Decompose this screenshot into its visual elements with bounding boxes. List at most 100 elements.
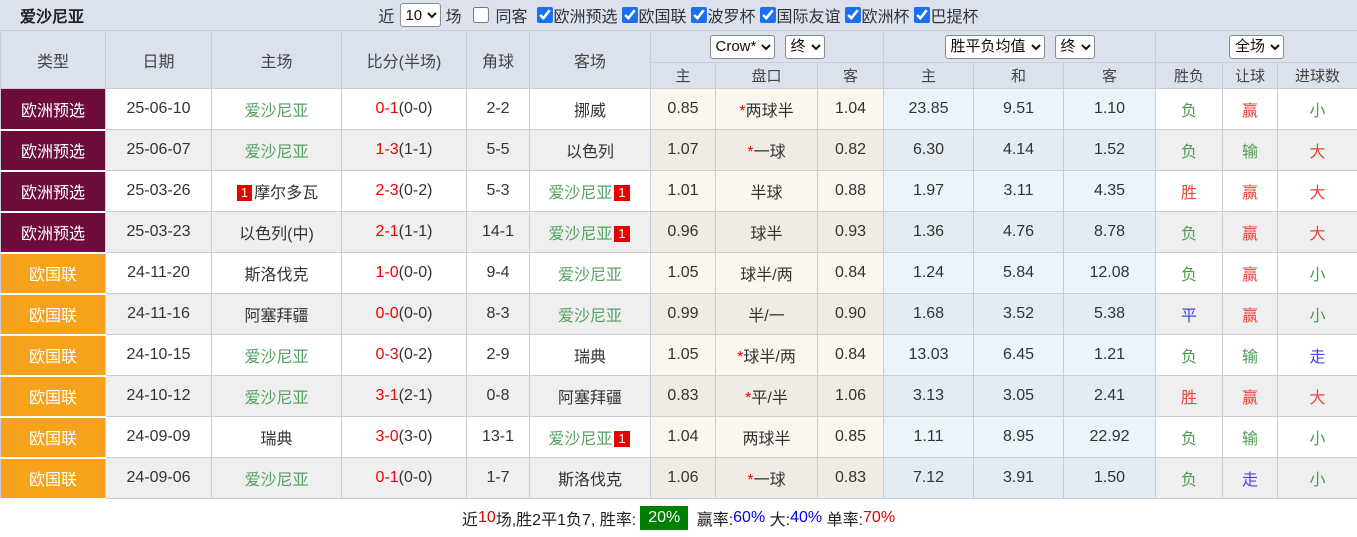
score-cell: 2-1(1-1) [341, 211, 467, 253]
red-card-badge: 1 [614, 226, 630, 242]
score-cell: 2-3(0-2) [341, 170, 467, 212]
handicap-cell: 半/一 [715, 293, 818, 335]
handicap-cell: *一球 [715, 457, 818, 499]
away-odds: 0.90 [816, 293, 885, 335]
result-indicator: 负 [1155, 252, 1224, 294]
league-filter-checkbox[interactable] [913, 7, 930, 23]
same-away-checkbox[interactable] [472, 7, 489, 23]
corner-score: 1-7 [466, 457, 530, 499]
league-filter-item[interactable]: 欧国联 [617, 3, 687, 27]
away-team: 爱沙尼亚 [529, 293, 651, 335]
league-filter-checkbox[interactable] [621, 7, 638, 23]
table-header: 类型 日期 主场 比分(半场) 角球 客场 Crow* 终 胜平负均值 终 全场… [0, 30, 1357, 89]
league-filter-checkbox[interactable] [844, 7, 861, 23]
home-team: 爱沙尼亚 [211, 375, 342, 417]
match-date: 24-09-06 [105, 457, 212, 499]
league-filter-item[interactable]: 国际友谊 [756, 3, 841, 27]
away-odds: 1.06 [816, 375, 885, 417]
subcol-avg-win: 主 [883, 62, 975, 89]
league-filter-item[interactable]: 欧洲杯 [841, 3, 910, 27]
score-cell: 0-0(0-0) [341, 293, 467, 335]
away-team: 爱沙尼亚 1 [529, 416, 651, 458]
match-row: 欧洲预选 25-03-23 以色列(中) 2-1(1-1) 14-1 爱沙尼亚 1 0.96 球… [0, 211, 1357, 254]
handicap-cell: *两球半 [715, 88, 818, 130]
goals-result-indicator: 大 [1277, 211, 1357, 253]
handicap-star: * [747, 472, 754, 489]
league-filter-checkbox[interactable] [690, 7, 707, 23]
avg-win-odds: 1.11 [883, 416, 975, 458]
away-odds: 0.93 [816, 211, 885, 253]
avg-lose-odds: 12.08 [1063, 252, 1157, 294]
avg-draw-odds: 6.45 [973, 334, 1065, 376]
away-odds: 0.84 [816, 252, 885, 294]
away-odds: 1.04 [816, 88, 885, 130]
odds-company-select[interactable]: Crow* [709, 34, 775, 59]
avg-win-odds: 3.13 [883, 375, 975, 417]
avg-dropdown-cell: 胜平负均值 终 [883, 30, 1157, 63]
subcol-handicap: 盘口 [715, 62, 818, 89]
handicap-star: * [737, 349, 744, 366]
subcol-odds-away: 客 [816, 62, 885, 89]
avg-lose-odds: 2.41 [1063, 375, 1157, 417]
col-header-type: 类型 [0, 30, 106, 89]
corner-score: 5-3 [466, 170, 530, 212]
goals-result-indicator: 小 [1277, 416, 1357, 458]
half-time-score: (0-2) [398, 182, 433, 199]
odds-dropdown-cell: Crow* 终 [649, 30, 885, 63]
match-row: 欧国联 24-10-12 爱沙尼亚 3-1(2-1) 0-8 阿塞拜疆 0.83 *平/半 1.… [0, 375, 1357, 418]
league-filter-label: 国际友谊 [776, 9, 841, 26]
odds-stage-select[interactable]: 终 [784, 34, 825, 59]
corner-score: 2-9 [466, 334, 530, 376]
league-filter-item[interactable]: 巴提杯 [910, 3, 979, 27]
result-indicator: 胜 [1155, 170, 1224, 212]
league-filter-label: 欧洲预选 [553, 9, 618, 26]
home-team: 斯洛伐克 [211, 252, 342, 294]
avg-win-odds: 23.85 [883, 88, 975, 130]
result-indicator: 负 [1155, 211, 1224, 253]
handicap-cell: 球半/两 [715, 252, 818, 294]
goals-result-indicator: 小 [1277, 293, 1357, 335]
league-type-cell: 欧洲预选 [0, 170, 106, 213]
handicap-cell: 两球半 [715, 416, 818, 458]
matches-table: 类型 日期 主场 比分(半场) 角球 客场 Crow* 终 胜平负均值 终 全场… [0, 30, 1357, 500]
score-cell: 3-1(2-1) [341, 375, 467, 417]
full-time-score: 3-0 [375, 428, 399, 445]
league-type-cell: 欧国联 [0, 252, 106, 295]
match-date: 24-11-20 [105, 252, 212, 294]
away-team-name: 瑞典 [573, 349, 606, 366]
scope-select[interactable]: 全场 [1229, 34, 1285, 59]
half-time-score: (3-0) [398, 428, 433, 445]
summary-text: 大: [765, 511, 791, 529]
col-header-away: 客场 [529, 30, 651, 89]
avg-win-odds: 1.68 [883, 293, 975, 335]
page-title: 爱沙尼亚 [20, 9, 85, 26]
avg-win-odds: 13.03 [883, 334, 975, 376]
result-indicator: 负 [1155, 334, 1224, 376]
away-team-name: 阿塞拜疆 [557, 390, 622, 407]
handicap-cell: *一球 [715, 129, 818, 171]
home-odds: 1.06 [650, 457, 716, 499]
avg-draw-odds: 3.91 [973, 457, 1065, 499]
handicap-result-indicator: 赢 [1222, 375, 1279, 417]
recent-games-select[interactable]: 10 [399, 3, 441, 27]
away-team: 爱沙尼亚 1 [529, 170, 651, 212]
home-odds: 0.99 [650, 293, 716, 335]
league-filter-item[interactable]: 波罗杯 [687, 3, 756, 27]
away-team-name: 爱沙尼亚 [557, 308, 622, 325]
avg-lose-odds: 5.38 [1063, 293, 1157, 335]
home-team-name: 爱沙尼亚 [244, 144, 309, 161]
avg-stage-select[interactable]: 终 [1054, 34, 1095, 59]
match-row: 欧洲预选 25-06-07 爱沙尼亚 1-3(1-1) 5-5 以色列 1.07 *一球 0.8… [0, 129, 1357, 172]
avg-type-select[interactable]: 胜平负均值 [944, 34, 1045, 59]
league-filter-checkbox[interactable] [536, 7, 553, 23]
handicap-cell: *球半/两 [715, 334, 818, 376]
avg-win-odds: 1.36 [883, 211, 975, 253]
league-filter-checkbox[interactable] [759, 7, 776, 23]
home-team-name: 爱沙尼亚 [244, 349, 309, 366]
red-card-badge: 1 [614, 185, 630, 201]
match-row: 欧国联 24-10-15 爱沙尼亚 0-3(0-2) 2-9 瑞典 1.05 *球半/两 0.8… [0, 334, 1357, 377]
league-filter-item[interactable]: 欧洲预选 [532, 3, 617, 27]
summary-text: 70% [863, 508, 896, 526]
full-time-score: 3-1 [375, 387, 399, 404]
goals-result-indicator: 大 [1277, 375, 1357, 417]
